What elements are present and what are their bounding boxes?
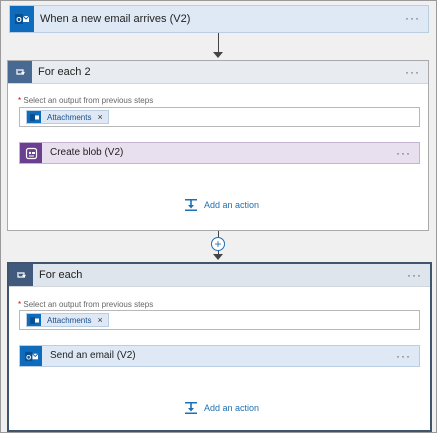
foreach-scope: For each ··· * Select an output from pre… xyxy=(7,262,432,432)
foreach2-field-label: * Select an output from previous steps xyxy=(18,96,153,105)
add-action-icon xyxy=(185,402,197,414)
create-blob-menu-button[interactable]: ··· xyxy=(396,143,411,163)
create-blob-action-card[interactable]: Create blob (V2) ··· xyxy=(19,142,420,164)
foreach2-add-action-button[interactable]: Add an action xyxy=(184,198,259,212)
foreach2-output-input[interactable]: Attachments × xyxy=(19,107,420,127)
send-email-action-card[interactable]: O Send an email (V2) ··· xyxy=(19,345,420,367)
foreach2-header[interactable]: For each 2 ··· xyxy=(8,61,428,84)
foreach2-scope: For each 2 ··· * Select an output from p… xyxy=(7,60,429,231)
svg-text:O: O xyxy=(16,17,22,24)
send-email-menu-button[interactable]: ··· xyxy=(396,346,411,366)
token-label: Attachments xyxy=(47,315,92,325)
foreach2-menu-button[interactable]: ··· xyxy=(405,61,420,83)
token-label: Attachments xyxy=(47,112,92,122)
loop-icon xyxy=(8,61,32,83)
foreach-title: For each xyxy=(39,269,83,281)
svg-text:O: O xyxy=(26,354,31,361)
send-email-title: Send an email (V2) xyxy=(50,350,136,361)
trigger-menu-button[interactable]: ··· xyxy=(405,6,420,30)
arrow-down-icon xyxy=(213,52,223,58)
foreach-add-action-button[interactable]: Add an action xyxy=(184,401,259,415)
foreach-output-input[interactable]: Attachments × xyxy=(19,310,420,330)
foreach-field-label: * Select an output from previous steps xyxy=(18,300,153,309)
attachments-token[interactable]: Attachments × xyxy=(26,110,109,124)
outlook-icon: O xyxy=(10,6,34,32)
plus-icon: + xyxy=(214,237,222,251)
token-remove-button[interactable]: × xyxy=(97,315,107,325)
outlook-icon xyxy=(27,314,41,326)
required-mark: * xyxy=(18,300,22,309)
outlook-icon: O xyxy=(20,346,42,366)
trigger-title: When a new email arrives (V2) xyxy=(40,13,191,25)
arrow-down-icon xyxy=(213,254,223,260)
foreach-menu-button[interactable]: ··· xyxy=(407,264,422,286)
required-mark: * xyxy=(18,96,22,105)
create-blob-title: Create blob (V2) xyxy=(50,147,124,158)
loop-icon xyxy=(9,264,33,286)
foreach-header[interactable]: For each ··· xyxy=(9,264,430,287)
token-remove-button[interactable]: × xyxy=(97,112,107,122)
add-action-label: Add an action xyxy=(204,200,260,210)
field-label-text: Select an output from previous steps xyxy=(23,96,154,105)
insert-step-button[interactable]: + xyxy=(211,237,225,251)
attachments-token[interactable]: Attachments × xyxy=(26,313,109,327)
trigger-card[interactable]: O When a new email arrives (V2) ··· xyxy=(9,5,429,33)
add-action-label: Add an action xyxy=(204,403,260,413)
foreach2-title: For each 2 xyxy=(38,66,91,78)
connector-line xyxy=(218,33,219,53)
blob-storage-icon xyxy=(20,143,42,163)
outlook-icon xyxy=(27,111,41,123)
add-action-icon xyxy=(185,199,197,211)
field-label-text: Select an output from previous steps xyxy=(23,300,154,309)
